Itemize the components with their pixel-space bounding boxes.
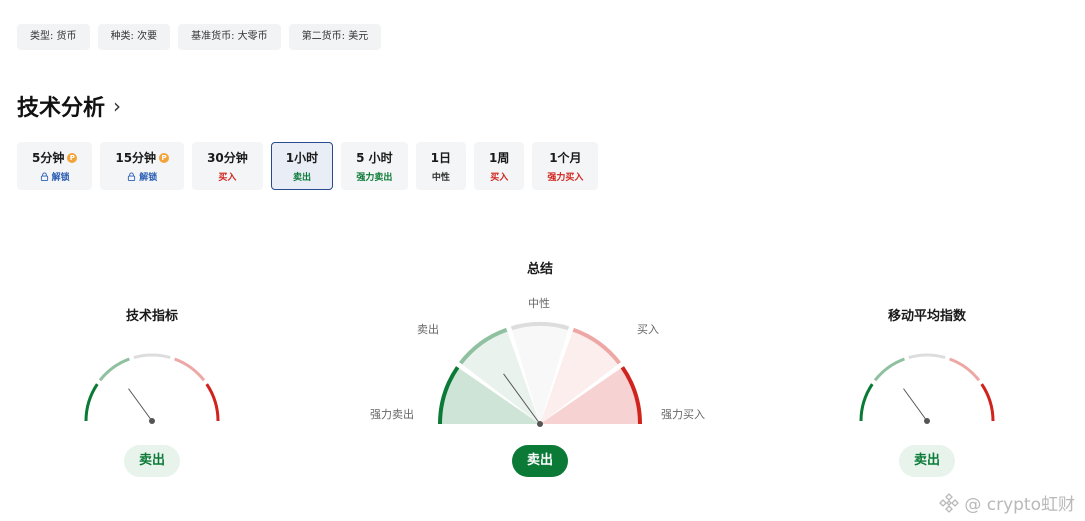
gauge-segment-strong-sell	[859, 383, 874, 422]
moving-averages-title: 移动平均指数	[887, 309, 967, 324]
tag-category: 种类: 次要	[97, 24, 171, 50]
timeframe-signal: 强力买入	[547, 170, 583, 183]
timeframe-label: 15分钟 P	[115, 149, 170, 166]
timeframe-label-text: 1日	[430, 151, 452, 165]
timeframe-signal: 解锁	[40, 170, 70, 183]
timeframe-signal: 强力卖出	[356, 170, 392, 183]
instrument-tags: 类型: 货币 种类: 次要 基准货币: 大零币 第二货币: 美元	[17, 24, 382, 50]
gauge-needle	[903, 388, 928, 422]
summary-title: 总结	[526, 262, 554, 277]
timeframe-tabs: 5分钟 P 解锁 15分钟 P 解锁 30分钟 买入 1小时 卖出 5 小时 强力卖出 1日 中性 1周 买入…	[17, 142, 599, 190]
pro-badge-icon: P	[159, 152, 170, 163]
moving-averages-result: 卖出	[898, 445, 956, 477]
moving-averages-gauge	[859, 353, 995, 424]
timeframe-signal: 卖出	[293, 170, 311, 183]
watermark-text: @ crypto虹财	[964, 495, 1075, 515]
gauge-needle	[128, 388, 153, 422]
technical-indicators-result: 卖出	[123, 445, 181, 477]
gauge-segment-strong-buy	[980, 383, 995, 422]
gauge-segment-buy	[949, 357, 981, 382]
tab-timeframe[interactable]: 15分钟 P 解锁	[100, 142, 185, 190]
gauge-segment-strong-sell	[84, 383, 99, 422]
gauge-needle-pivot	[149, 418, 155, 424]
gauge-segment-sell	[873, 357, 905, 382]
timeframe-label: 1小时	[286, 149, 318, 166]
timeframe-label: 5 小时	[356, 149, 393, 166]
technical-indicators-title: 技术指标	[125, 309, 179, 324]
page-title: 技术分析	[17, 96, 106, 121]
tag-quote-currency: 第二货币: 美元	[288, 24, 382, 50]
timeframe-signal-text: 买入	[490, 173, 509, 183]
timeframe-label: 30分钟	[207, 149, 248, 166]
label-strong-sell: 强力卖出	[370, 408, 414, 421]
tab-timeframe[interactable]: 1个月强力买入	[532, 142, 599, 190]
tab-timeframe[interactable]: 1日中性	[415, 142, 467, 190]
technical-indicators-gauge	[84, 353, 220, 424]
gauge-segment-sell	[98, 357, 130, 382]
timeframe-signal-text: 中性	[431, 173, 450, 183]
gauge-needle-pivot	[924, 418, 930, 424]
timeframe-signal-text: 解锁	[139, 173, 158, 183]
timeframe-label: 5分钟 P	[32, 149, 78, 166]
timeframe-signal-text: 卖出	[292, 173, 311, 183]
gauge-segment-neutral	[133, 353, 171, 360]
lock-icon	[40, 172, 48, 181]
timeframe-signal: 解锁	[127, 170, 157, 183]
timeframe-label: 1日	[431, 149, 451, 166]
summary-gauge	[438, 322, 642, 427]
tab-timeframe[interactable]: 1周买入	[474, 142, 525, 190]
gauge-segment-buy	[174, 357, 206, 382]
tag-base-currency: 基准货币: 大零币	[178, 24, 281, 50]
timeframe-label: 1周	[489, 149, 509, 166]
timeframe-signal: 买入	[218, 170, 236, 183]
summary-result: 卖出	[511, 445, 569, 477]
chevron-right-icon: ›	[113, 94, 122, 118]
timeframe-label-text: 5 小时	[356, 151, 393, 165]
label-neutral: 中性	[528, 297, 550, 310]
gauge-needle-pivot	[537, 421, 543, 427]
tab-timeframe[interactable]: 5 小时强力卖出	[341, 142, 408, 190]
tag-type: 类型: 货币	[17, 24, 90, 50]
tab-timeframe[interactable]: 1小时卖出	[270, 142, 334, 190]
tab-timeframe[interactable]: 5分钟 P 解锁	[17, 142, 93, 190]
technical-analysis-link[interactable]: 技术分析 ›	[17, 90, 121, 122]
watermark: @ crypto虹财	[938, 490, 1075, 515]
timeframe-label: 1个月	[549, 149, 581, 166]
timeframe-label-text: 1小时	[285, 151, 319, 165]
timeframe-label-text: 5分钟	[32, 151, 65, 165]
timeframe-signal: 中性	[432, 170, 450, 183]
timeframe-signal-text: 强力买入	[547, 173, 584, 183]
logo-icon	[939, 492, 960, 513]
timeframe-signal-text: 解锁	[51, 173, 70, 183]
tab-timeframe[interactable]: 30分钟买入	[192, 142, 263, 190]
timeframe-signal: 买入	[490, 170, 508, 183]
label-strong-buy: 强力买入	[661, 408, 705, 421]
gauge-segment-neutral	[908, 353, 946, 360]
timeframe-label-text: 1个月	[549, 151, 582, 165]
timeframe-signal-text: 强力卖出	[356, 173, 393, 183]
timeframe-signal-text: 买入	[218, 173, 237, 183]
timeframe-label-text: 1周	[489, 151, 510, 165]
timeframe-label-text: 30分钟	[207, 151, 248, 165]
timeframe-label-text: 15分钟	[115, 151, 157, 165]
gauge-segment-strong-buy	[205, 383, 220, 422]
pro-badge-icon: P	[67, 152, 78, 163]
lock-icon	[128, 172, 136, 181]
